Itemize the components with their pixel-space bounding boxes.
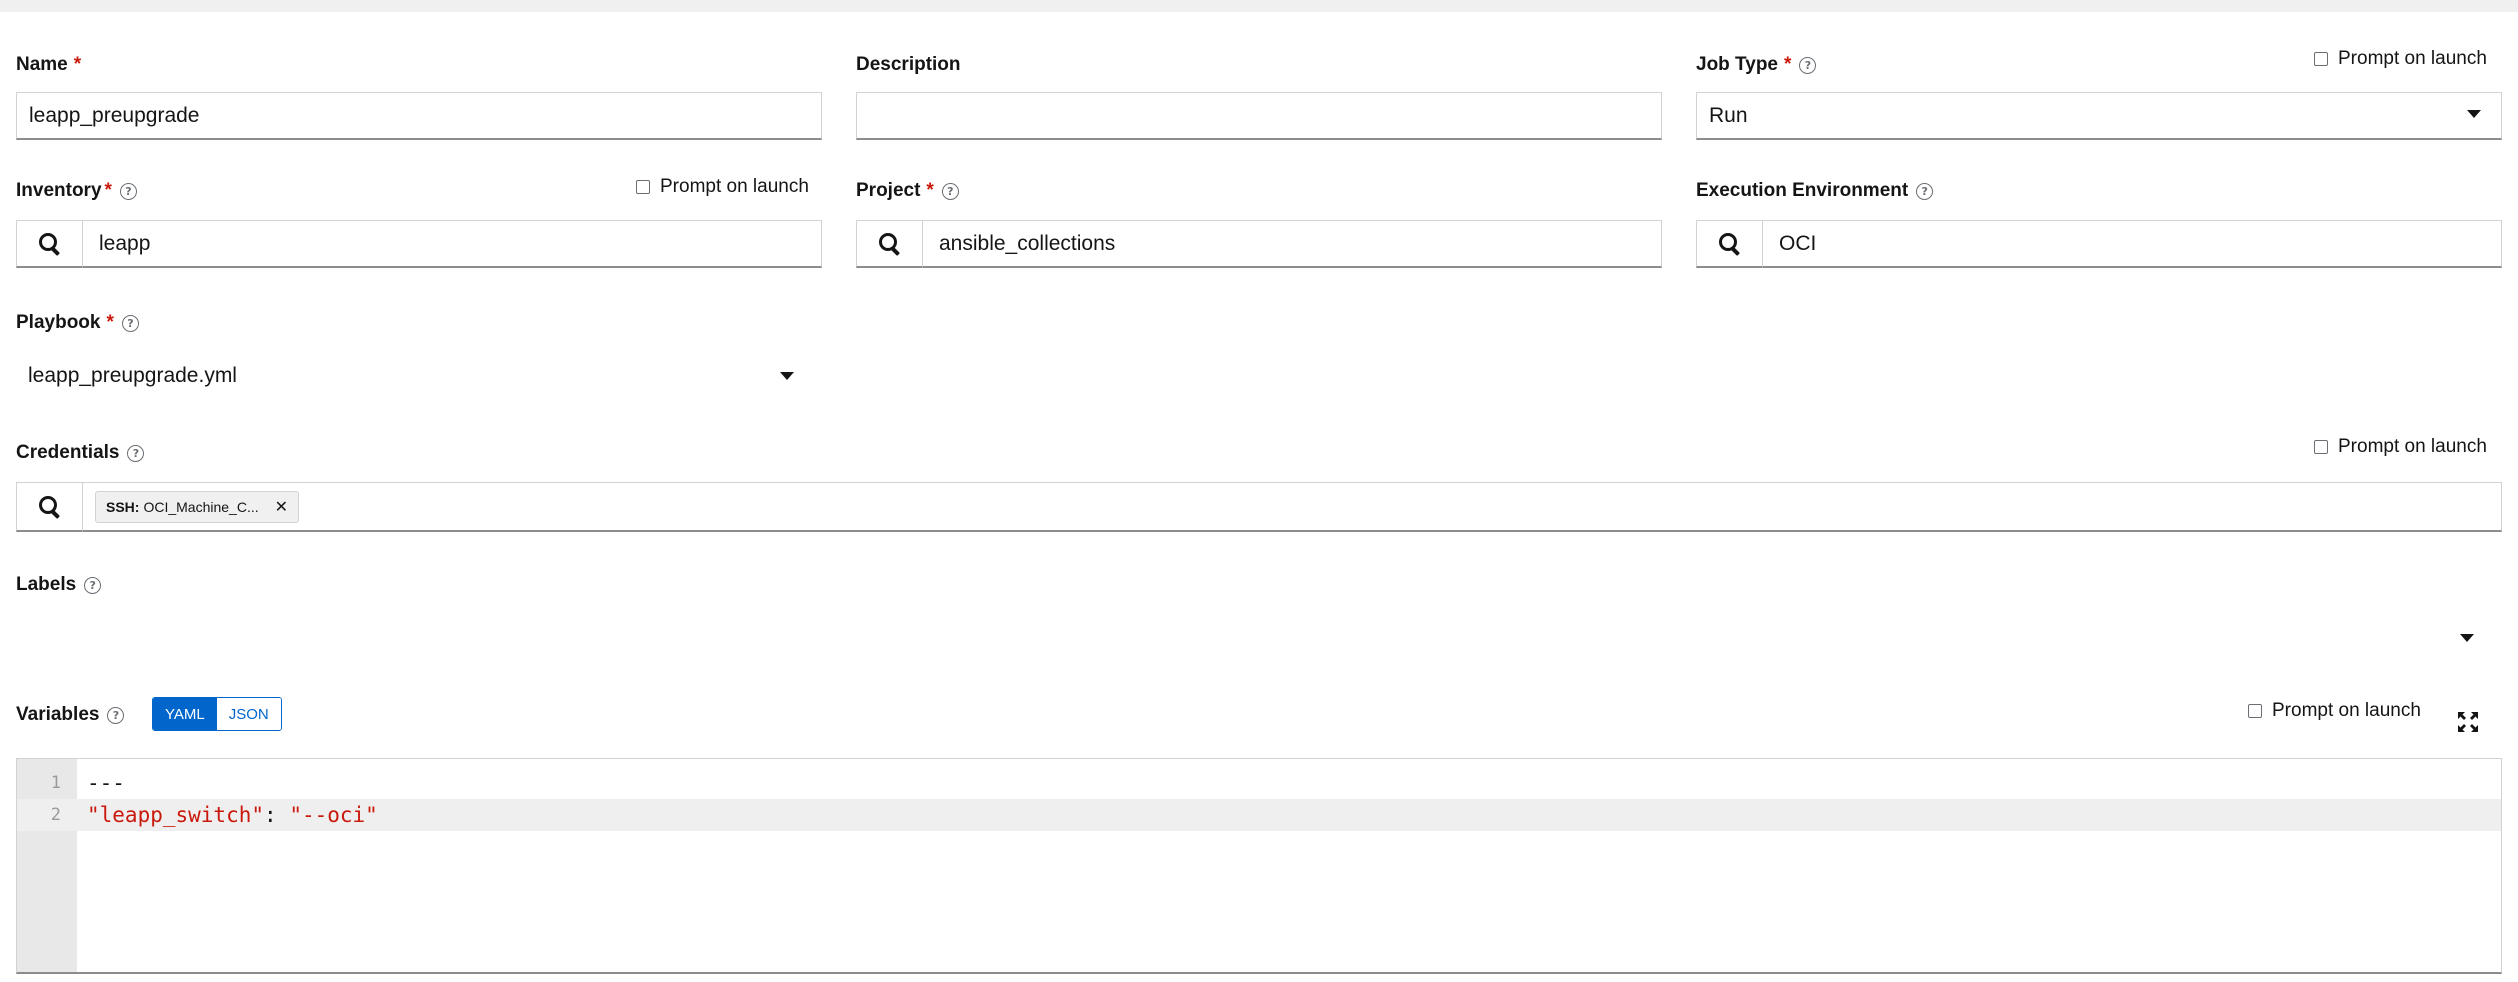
variables-code-editor[interactable]: 1 --- 2 "leapp_switch": "--oci" <box>16 758 2502 974</box>
description-input[interactable] <box>856 92 1662 140</box>
labels-label: Labels? <box>16 574 102 596</box>
inventory-input[interactable]: leapp <box>82 220 822 268</box>
name-input[interactable]: leapp_preupgrade <box>16 92 822 140</box>
execution-environment-label: Execution Environment? <box>1696 180 1934 202</box>
credential-chip: SSH: OCI_Machine_C... ✕ <box>95 490 300 523</box>
credentials-chip-group[interactable]: SSH: OCI_Machine_C... ✕ <box>82 482 2502 532</box>
code-line: 2 "leapp_switch": "--oci" <box>17 799 2501 831</box>
json-toggle-button[interactable]: JSON <box>216 698 281 730</box>
inventory-search-button[interactable] <box>16 220 82 268</box>
job-type-prompt-checkbox[interactable]: Prompt on launch <box>2314 48 2487 70</box>
name-value: leapp_preupgrade <box>29 103 200 127</box>
search-icon <box>38 495 61 518</box>
job-type-label: Job Type *? <box>1696 54 1817 76</box>
question-circle-icon[interactable]: ? <box>121 315 139 332</box>
description-label: Description <box>856 54 961 75</box>
job-type-select[interactable]: Run <box>1696 92 2502 140</box>
variables-prompt-checkbox[interactable]: Prompt on launch <box>2248 700 2421 722</box>
labels-caret-down-icon[interactable] <box>2460 634 2474 642</box>
project-label: Project *? <box>856 180 959 202</box>
search-icon <box>1718 232 1741 255</box>
credentials-label: Credentials? <box>16 442 145 464</box>
playbook-label: Playbook *? <box>16 312 139 334</box>
credentials-search-button[interactable] <box>16 482 82 532</box>
expand-arrows-icon[interactable] <box>2456 710 2480 734</box>
search-icon <box>878 232 901 255</box>
top-bar <box>0 0 2518 12</box>
checkbox-icon[interactable] <box>2314 440 2328 454</box>
project-input[interactable]: ansible_collections <box>922 220 1662 268</box>
credentials-prompt-checkbox[interactable]: Prompt on launch <box>2314 436 2487 458</box>
yaml-toggle-button[interactable]: YAML <box>153 698 217 730</box>
question-circle-icon[interactable]: ? <box>127 445 145 462</box>
question-circle-icon[interactable]: ? <box>1799 57 1817 74</box>
question-circle-icon[interactable]: ? <box>119 183 137 200</box>
code-line: 1 --- <box>50 771 125 795</box>
times-icon[interactable]: ✕ <box>275 497 288 517</box>
caret-down-icon[interactable] <box>780 372 794 380</box>
checkbox-icon[interactable] <box>2248 704 2262 718</box>
question-circle-icon[interactable]: ? <box>84 577 102 594</box>
name-label: Name * <box>16 54 82 75</box>
execution-environment-search-button[interactable] <box>1696 220 1762 268</box>
variables-mode-toggle[interactable]: YAML JSON <box>152 697 282 731</box>
playbook-select[interactable]: leapp_preupgrade.yml <box>28 364 237 388</box>
inventory-prompt-checkbox[interactable]: Prompt on launch <box>636 176 809 198</box>
search-icon <box>38 232 61 255</box>
question-circle-icon[interactable]: ? <box>1916 183 1934 200</box>
project-search-button[interactable] <box>856 220 922 268</box>
variables-label: Variables? <box>16 704 125 726</box>
checkbox-icon[interactable] <box>2314 52 2328 66</box>
caret-down-icon <box>2467 110 2481 118</box>
execution-environment-input[interactable]: OCI <box>1762 220 2502 268</box>
question-circle-icon[interactable]: ? <box>941 183 959 200</box>
question-circle-icon[interactable]: ? <box>107 707 125 724</box>
inventory-label: Inventory *? <box>16 180 137 202</box>
checkbox-icon[interactable] <box>636 180 650 194</box>
